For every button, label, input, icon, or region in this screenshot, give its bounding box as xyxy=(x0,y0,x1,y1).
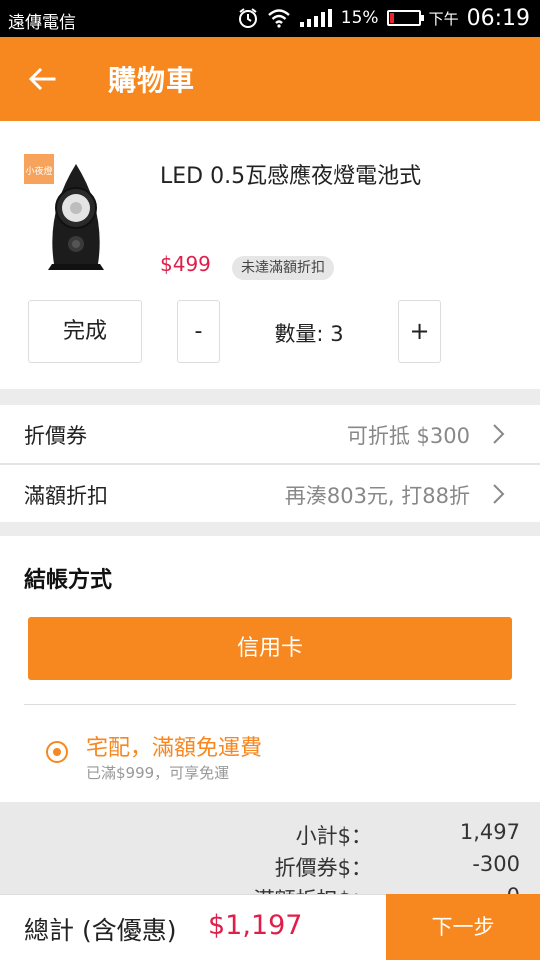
wifi-icon xyxy=(267,9,290,28)
total-amount: $1,197 xyxy=(208,910,303,941)
status-bar: 遠傳電信 15% 下午 06:19 xyxy=(0,0,540,37)
credit-card-button[interactable]: 信用卡 xyxy=(28,617,512,680)
coupon-row[interactable]: 折價券 可折抵 $300 xyxy=(0,406,540,462)
battery-level xyxy=(389,13,394,23)
alarm-icon xyxy=(238,8,257,28)
quantity-increase-button[interactable]: + xyxy=(398,300,441,363)
bulk-discount-value: 再湊803元, 打88折 xyxy=(284,484,470,508)
chevron-right-icon xyxy=(493,484,505,504)
next-step-button[interactable]: 下一步 xyxy=(386,894,540,960)
delivery-option-title[interactable]: 宅配，滿額免運費 xyxy=(86,730,262,762)
bulk-discount-row[interactable]: 滿額折扣 再湊803元, 打88折 xyxy=(0,466,540,522)
divider xyxy=(24,704,516,705)
signal-icon xyxy=(299,9,332,27)
bulk-discount-label: 滿額折扣 xyxy=(24,484,108,508)
coupon-label: 折價券 xyxy=(24,424,87,448)
quantity-label: 數量: 3 xyxy=(274,322,344,346)
quantity-decrease-button[interactable]: - xyxy=(177,300,220,363)
bottom-bar: 總計 (含優惠) $1,197 下一步 xyxy=(0,894,540,960)
coupon-value: 可折抵 $300 xyxy=(346,424,470,448)
delivery-option-subtitle: 已滿$999，可享免運 xyxy=(86,764,230,782)
total-area: 總計 (含優惠) $1,197 xyxy=(0,894,386,960)
discount-status-badge: 未達滿額折扣 xyxy=(232,256,334,280)
status-time: 06:19 xyxy=(466,5,530,31)
coupon-discount-row: 折價券$： -300 xyxy=(0,852,540,882)
battery-percent: 15% xyxy=(340,8,379,28)
subtotal-row: 小計$： 1,497 xyxy=(0,820,540,850)
subtotal-label: 小計$： xyxy=(295,824,372,848)
carrier-name: 遠傳電信 xyxy=(8,13,76,33)
coupon-discount-label: 折價券$： xyxy=(274,856,372,880)
product-badge-text: 小夜燈 xyxy=(25,165,52,177)
section-separator xyxy=(0,522,540,536)
status-icons: 15% 下午 06:19 xyxy=(237,4,530,32)
total-label: 總計 (含優惠) xyxy=(24,916,177,945)
done-button[interactable]: 完成 xyxy=(28,300,142,363)
product-name[interactable]: LED 0.5瓦感應夜燈電池式 xyxy=(160,158,421,190)
product-image[interactable]: 小夜燈 xyxy=(24,152,124,270)
arrow-left-icon[interactable] xyxy=(26,63,58,95)
app-bar: 購物車 xyxy=(0,37,540,121)
radio-selected-dot xyxy=(53,748,61,756)
page-title: 購物車 xyxy=(108,64,196,97)
section-separator xyxy=(0,389,540,405)
status-ampm: 下午 xyxy=(428,9,459,28)
battery-icon xyxy=(386,10,424,26)
chevron-right-icon xyxy=(493,424,505,444)
coupon-discount-value: -300 xyxy=(472,852,520,876)
delivery-radio[interactable] xyxy=(46,741,68,763)
row-divider xyxy=(0,463,540,465)
checkout-section-title: 結帳方式 xyxy=(24,568,113,593)
product-price: $499 xyxy=(160,252,211,276)
subtotal-value: 1,497 xyxy=(459,820,520,844)
